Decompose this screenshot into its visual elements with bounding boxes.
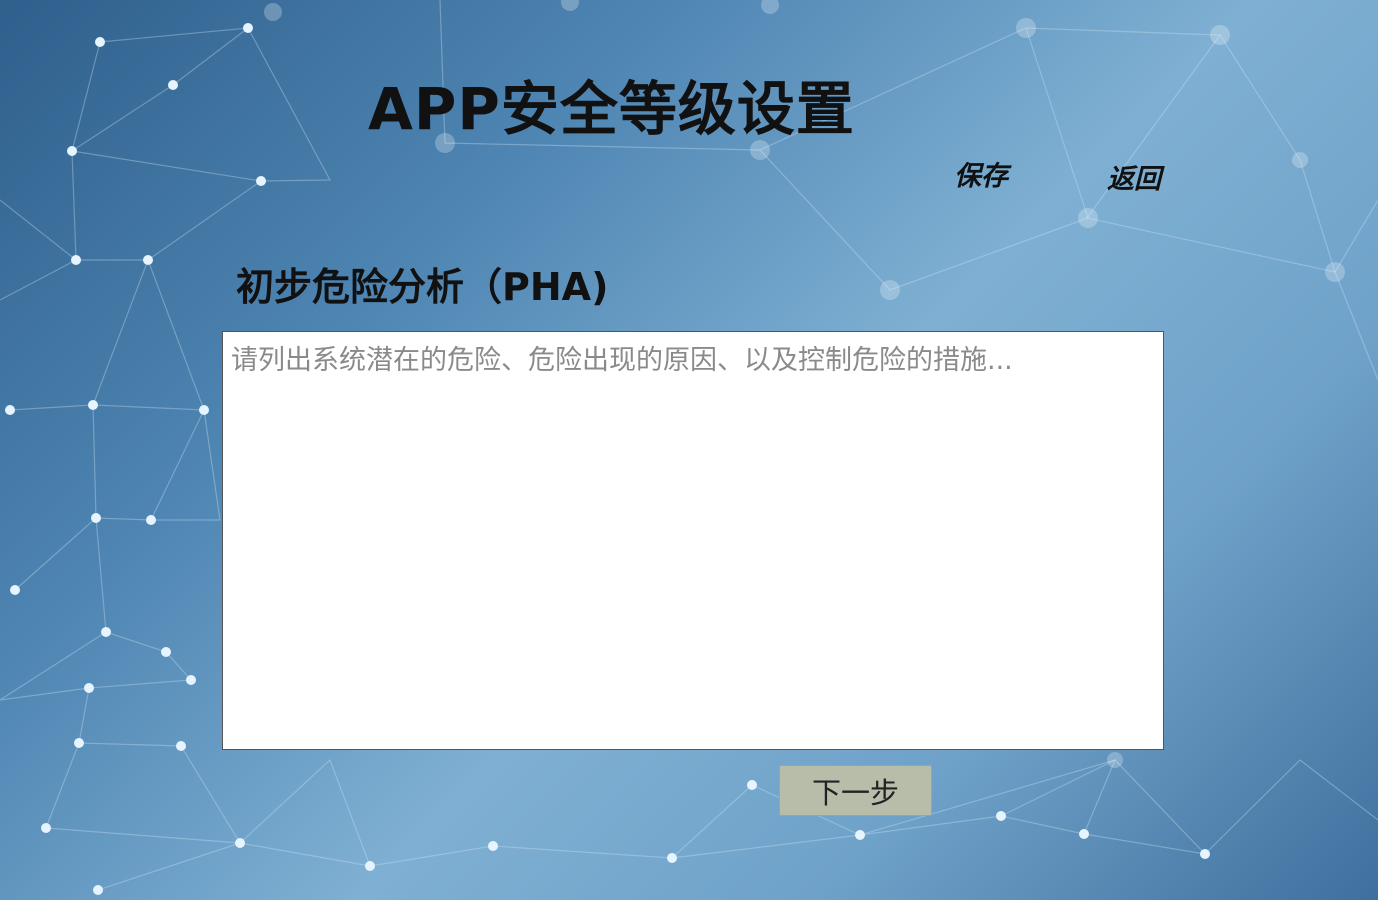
section-title: 初步危险分析（PHA) <box>236 265 609 309</box>
next-step-button[interactable]: 下一步 <box>779 765 932 816</box>
pha-textarea[interactable] <box>222 331 1164 750</box>
save-button[interactable]: 保存 <box>954 154 1008 193</box>
back-button[interactable]: 返回 <box>1107 157 1161 196</box>
page-title: APP安全等级设置 <box>368 75 855 143</box>
